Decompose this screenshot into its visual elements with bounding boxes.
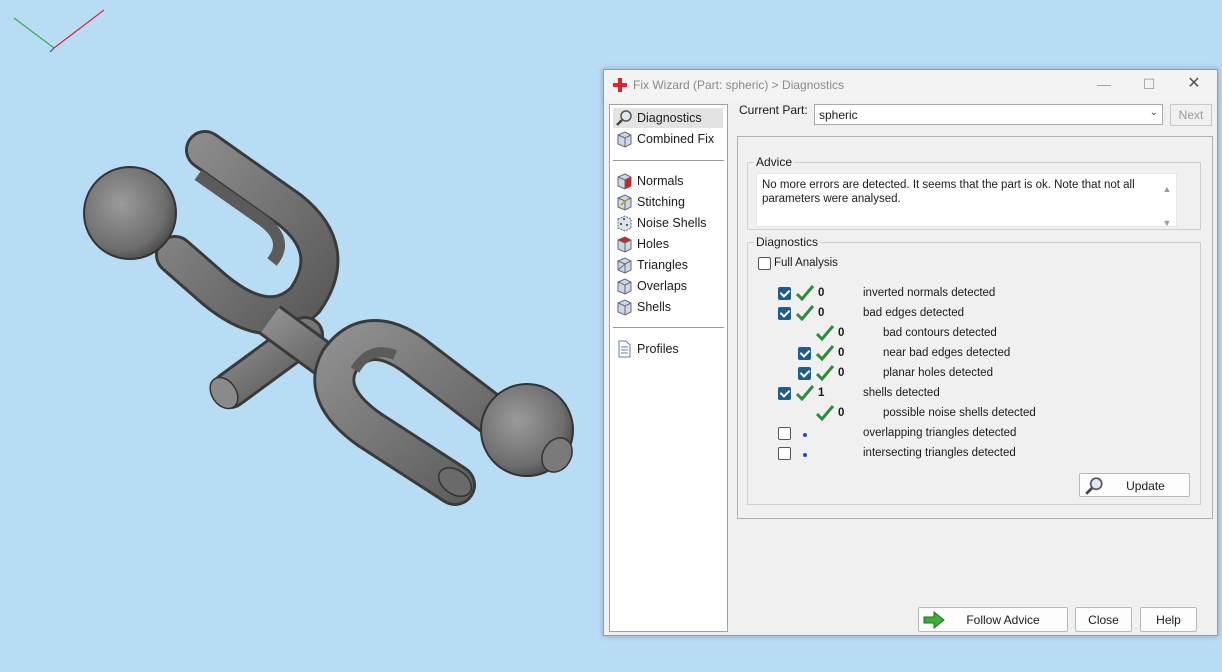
check-ok-icon (796, 385, 814, 401)
cube-icon (617, 131, 632, 148)
bad-contours-label: bad contours detected (883, 327, 997, 339)
close-button[interactable]: Close (1075, 607, 1132, 632)
cube-red-face-icon (617, 236, 632, 253)
planar-holes-count: 0 (838, 367, 845, 379)
pending-dot-icon (803, 453, 807, 457)
advice-group: Advice No more errors are detected. It s… (747, 155, 1201, 230)
close-window-button[interactable]: ✕ (1174, 72, 1214, 96)
intersecting-triangles-checkbox[interactable] (778, 447, 791, 460)
full-analysis-label: Full Analysis (774, 257, 838, 269)
cube-red-face-icon (617, 173, 632, 190)
current-part-label: Current Part: (739, 103, 808, 117)
near-bad-edges-count: 0 (838, 347, 845, 359)
cube-icon (617, 299, 632, 316)
nav-item-combined-fix[interactable]: Combined Fix (613, 129, 723, 149)
next-button[interactable]: Next (1170, 104, 1212, 126)
current-part-value: spheric (819, 108, 858, 122)
update-label: Update (1126, 479, 1165, 493)
nav-item-shells[interactable]: Shells (613, 297, 723, 317)
diagnostics-page: Advice No more errors are detected. It s… (737, 136, 1213, 519)
check-ok-icon (816, 325, 834, 341)
full-analysis-checkbox[interactable] (758, 257, 771, 270)
diagnostics-title: Diagnostics (754, 235, 821, 249)
bad-edges-count: 0 (818, 307, 825, 319)
document-icon (618, 340, 631, 358)
nav-item-noise-shells[interactable]: Noise Shells (613, 213, 723, 233)
bad-edges-checkbox[interactable] (778, 307, 791, 320)
advice-text-area: No more errors are detected. It seems th… (756, 173, 1177, 230)
diagnostics-group: Diagnostics Full Analysis 0 inverted nor… (747, 235, 1201, 505)
overlapping-triangles-checkbox[interactable] (778, 427, 791, 440)
minimize-button[interactable]: — (1084, 72, 1124, 96)
window-title: Fix Wizard (Part: spheric) > Diagnostics (633, 78, 845, 92)
nav-item-profiles[interactable]: Profiles (613, 339, 723, 359)
nav-item-holes[interactable]: Holes (613, 234, 723, 254)
shells-checkbox[interactable] (778, 387, 791, 400)
noise-shells-label: possible noise shells detected (883, 407, 1036, 419)
wizard-nav: Diagnostics Combined Fix Normals Stitchi… (609, 104, 728, 632)
inverted-normals-count: 0 (818, 287, 825, 299)
intersecting-triangles-label: intersecting triangles detected (863, 447, 1016, 459)
follow-advice-button[interactable]: Follow Advice (918, 607, 1068, 632)
bad-contours-count: 0 (838, 327, 845, 339)
pending-dot-icon (803, 433, 807, 437)
cube-icon (617, 194, 632, 211)
check-ok-icon (816, 365, 834, 381)
follow-advice-label: Follow Advice (966, 613, 1040, 627)
magnifier-icon (616, 110, 632, 126)
scroll-down-icon[interactable]: ▼ (1161, 216, 1173, 230)
nav-divider (613, 160, 724, 161)
update-button[interactable]: Update (1079, 473, 1190, 497)
near-bad-edges-checkbox[interactable] (798, 347, 811, 360)
nav-item-diagnostics[interactable]: Diagnostics (613, 108, 723, 128)
app-cross-icon (613, 78, 627, 92)
noise-shells-count: 0 (838, 407, 845, 419)
check-ok-icon (816, 405, 834, 421)
title-bar[interactable]: Fix Wizard (Part: spheric) > Diagnostics… (604, 70, 1217, 100)
near-bad-edges-label: near bad edges detected (883, 347, 1011, 359)
part-model[interactable] (0, 0, 600, 672)
advice-text: No more errors are detected. It seems th… (762, 179, 1135, 205)
nav-item-overlaps[interactable]: Overlaps (613, 276, 723, 296)
nav-divider (613, 327, 724, 328)
scroll-up-icon[interactable]: ▲ (1161, 182, 1173, 196)
inverted-normals-label: inverted normals detected (863, 287, 996, 299)
planar-holes-label: planar holes detected (883, 367, 993, 379)
overlapping-triangles-label: overlapping triangles detected (863, 427, 1017, 439)
fix-wizard-dialog: Fix Wizard (Part: spheric) > Diagnostics… (603, 69, 1218, 636)
planar-holes-checkbox[interactable] (798, 367, 811, 380)
check-ok-icon (796, 285, 814, 301)
inverted-normals-checkbox[interactable] (778, 287, 791, 300)
help-button[interactable]: Help (1140, 607, 1197, 632)
advice-scrollbar[interactable]: ▲ ▼ (1161, 182, 1173, 230)
magnifier-icon (1085, 477, 1103, 495)
axis-triad (13, 9, 105, 52)
check-ok-icon (796, 305, 814, 321)
shells-label: shells detected (863, 387, 940, 399)
cube-icon (617, 278, 632, 295)
shells-count: 1 (818, 387, 825, 399)
bad-edges-label: bad edges detected (863, 307, 965, 319)
nav-item-stitching[interactable]: Stitching (613, 192, 723, 212)
nav-item-normals[interactable]: Normals (613, 171, 723, 191)
current-part-select[interactable]: spheric ⌄ (814, 104, 1163, 125)
advice-title: Advice (754, 155, 795, 169)
check-ok-icon (816, 345, 834, 361)
cube-icon (617, 257, 632, 274)
nav-item-triangles[interactable]: Triangles (613, 255, 723, 275)
cube-dotted-icon (617, 215, 632, 232)
chevron-down-icon: ⌄ (1149, 107, 1158, 118)
maximize-button[interactable]: ☐ (1129, 72, 1169, 96)
